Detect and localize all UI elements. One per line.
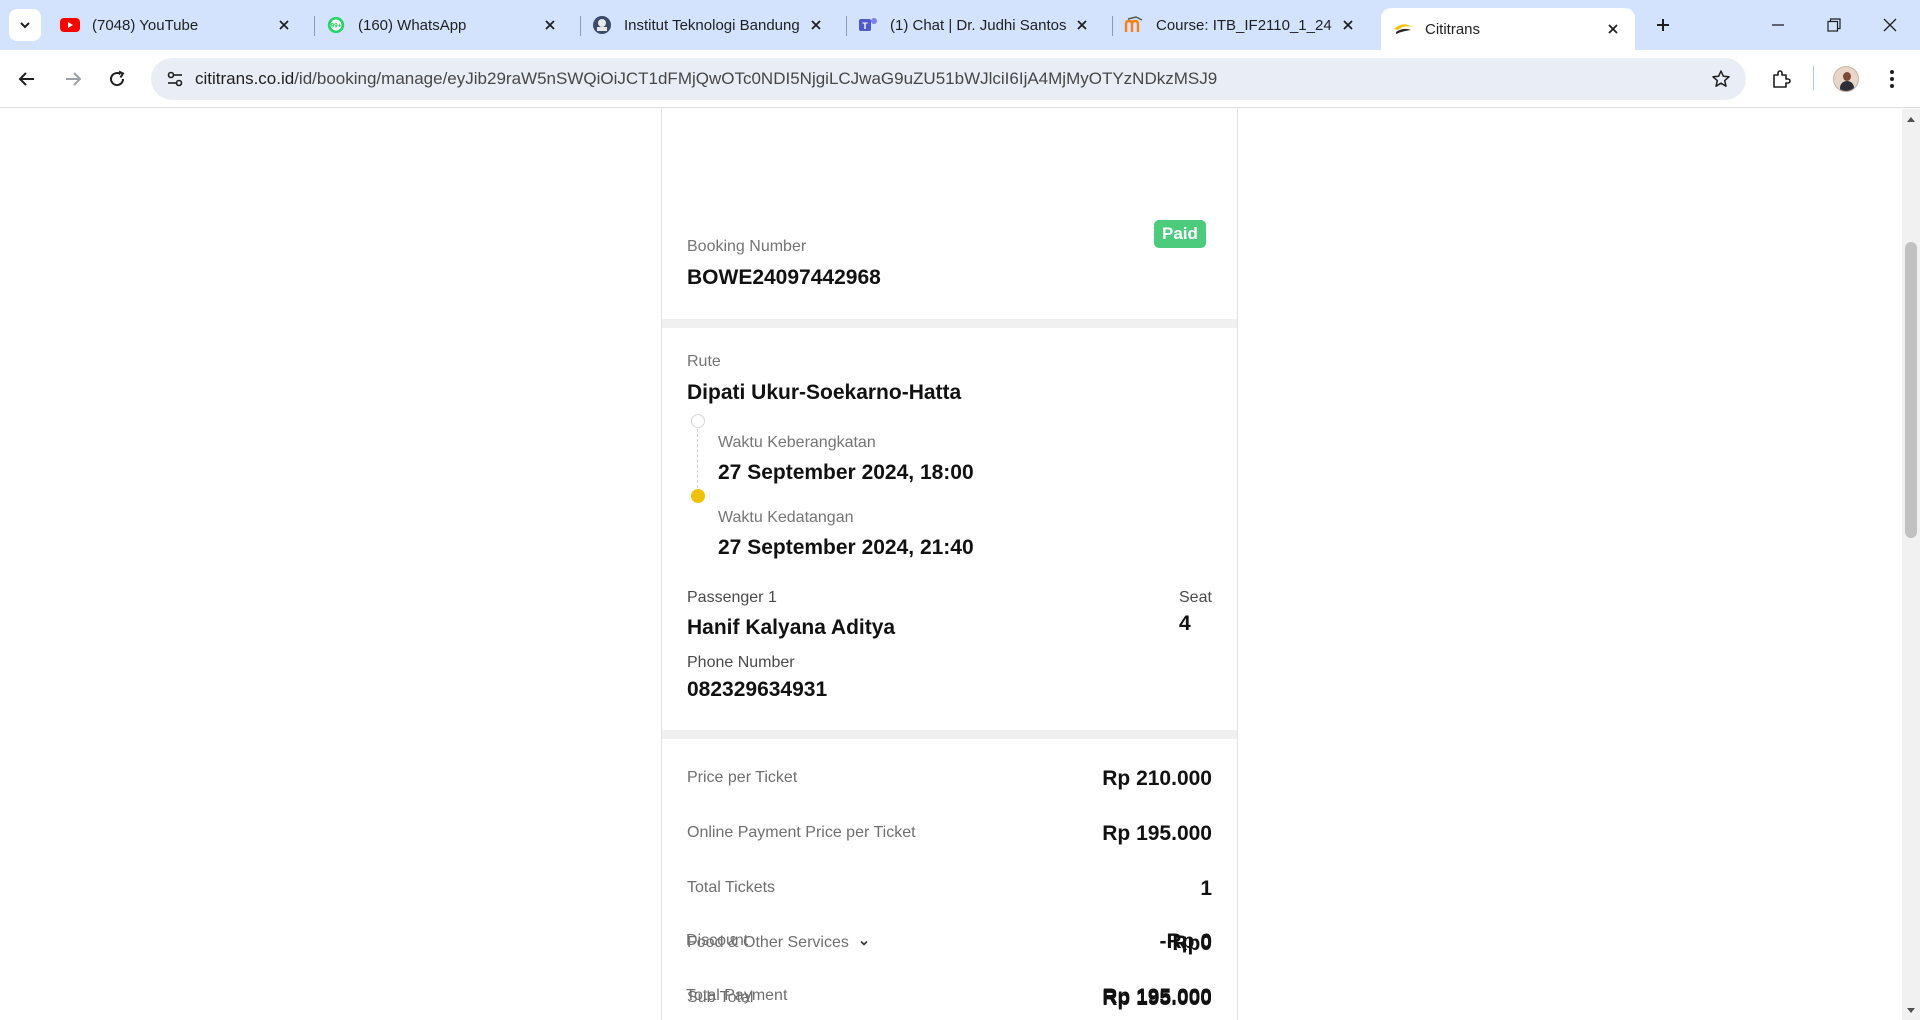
moodle-icon	[1124, 15, 1144, 35]
close-tab-icon[interactable]	[274, 15, 294, 35]
timeline-line	[697, 429, 698, 493]
price-row-value: Rp 195.000	[1102, 985, 1212, 1008]
close-window-button[interactable]	[1862, 0, 1918, 50]
arrival-dot	[691, 489, 705, 503]
price-row-value: 1	[1200, 877, 1212, 900]
price-row-label: Discount	[686, 932, 749, 949]
booking-number: BOWE24097442968	[687, 266, 881, 289]
tab-course[interactable]: Course: ITB_IF2110_1_2425	[1112, 8, 1370, 42]
whatsapp-icon: 99+	[326, 15, 346, 35]
chevron-down-icon	[20, 22, 30, 29]
back-button[interactable]	[11, 63, 43, 95]
itb-logo-icon	[592, 15, 612, 35]
price-row-label: Price per Ticket	[687, 769, 798, 786]
tab-title: (1) Chat | Dr. Judhi Santoso	[890, 16, 1066, 34]
tab-search-button[interactable]	[9, 9, 41, 41]
teams-icon: T	[858, 15, 878, 35]
new-tab-button[interactable]	[1648, 10, 1678, 40]
phone-label: Phone Number	[687, 654, 795, 671]
status-badge: Paid	[1154, 220, 1206, 248]
cititrans-icon	[1393, 19, 1413, 39]
price-row-label: Total Tickets	[687, 879, 776, 896]
url-path: /id/booking/manage/eyJib29raW5nSWQiOiJCT…	[294, 69, 1218, 88]
restore-button[interactable]	[1806, 0, 1862, 50]
price-row-label: Online Payment Price per Ticket	[687, 824, 916, 841]
seat-number: 4	[1179, 612, 1191, 635]
close-tab-icon[interactable]	[1603, 19, 1623, 39]
close-tab-icon[interactable]	[806, 15, 826, 35]
tab-strip: (7048) YouTube 99+ (160) WhatsApp Instit…	[0, 0, 1920, 50]
avatar	[1833, 66, 1859, 92]
scroll-down-arrow-icon[interactable]	[1906, 1006, 1916, 1016]
puzzle-icon	[1773, 70, 1791, 88]
scroll-up-arrow-icon[interactable]	[1906, 114, 1916, 124]
section-divider	[662, 319, 1237, 328]
minimize-button[interactable]	[1750, 0, 1806, 50]
plus-icon	[1657, 19, 1669, 31]
close-tab-icon[interactable]	[540, 15, 560, 35]
url-host: cititrans.co.id	[195, 69, 295, 88]
close-icon	[1883, 18, 1897, 32]
reload-button[interactable]	[101, 63, 133, 95]
kebab-menu-icon	[1890, 70, 1894, 88]
tab-cititrans[interactable]: Cititrans	[1381, 8, 1635, 50]
route-name: Dipati Ukur-Soekarno-Hatta	[687, 381, 962, 404]
tab-title: Course: ITB_IF2110_1_2425	[1156, 16, 1332, 34]
arrow-left-icon	[18, 72, 34, 86]
price-row-value: Rp 195.000	[1102, 822, 1212, 845]
seat-label: Seat	[1179, 589, 1212, 606]
site-info-button[interactable]	[155, 58, 195, 100]
arrival-time: 27 September 2024, 21:40	[718, 536, 974, 559]
toolbar-divider	[1813, 66, 1814, 90]
page-scrollbar[interactable]	[1902, 109, 1920, 1020]
restore-icon	[1827, 18, 1841, 32]
phone-number: 082329634931	[687, 678, 828, 701]
arrival-label: Waktu Kedatangan	[718, 509, 854, 526]
svg-text:99+: 99+	[331, 23, 342, 30]
departure-time: 27 September 2024, 18:00	[718, 461, 974, 484]
tab-youtube[interactable]: (7048) YouTube	[48, 8, 306, 42]
route-label: Rute	[687, 353, 721, 370]
passenger-name: Hanif Kalyana Aditya	[687, 616, 896, 639]
address-bar[interactable]: cititrans.co.id/id/booking/manage/eyJib2…	[151, 58, 1746, 100]
forward-button[interactable]	[57, 63, 89, 95]
tab-itb[interactable]: Institut Teknologi Bandung	[580, 8, 838, 42]
reload-icon	[110, 70, 125, 87]
tab-title: (7048) YouTube	[92, 16, 199, 34]
page-viewport: Booking Number BOWE24097442968 Paid Rute…	[0, 109, 1902, 1020]
close-tab-icon[interactable]	[1338, 15, 1358, 35]
arrow-right-icon	[66, 72, 82, 86]
close-tab-icon[interactable]	[1072, 15, 1092, 35]
scrollbar-thumb[interactable]	[1905, 242, 1917, 538]
url-text[interactable]: cititrans.co.id/id/booking/manage/eyJib2…	[195, 69, 1217, 89]
departure-label: Waktu Keberangkatan	[718, 434, 876, 451]
passenger-label: Passenger 1	[687, 589, 777, 606]
tab-whatsapp[interactable]: 99+ (160) WhatsApp	[314, 8, 572, 42]
departure-dot	[691, 414, 705, 428]
tab-title: Cititrans	[1425, 20, 1481, 38]
profile-button[interactable]	[1830, 63, 1862, 95]
booking-number-label: Booking Number	[687, 238, 807, 255]
tab-title: (160) WhatsApp	[358, 16, 467, 34]
booking-detail-card: Booking Number BOWE24097442968 Paid Rute…	[661, 109, 1238, 1020]
tab-title: Institut Teknologi Bandung	[624, 16, 800, 34]
price-row-value: Rp 210.000	[1102, 767, 1212, 790]
browser-toolbar: cititrans.co.id/id/booking/manage/eyJib2…	[0, 50, 1920, 108]
price-row-value: -Rp 0	[1159, 930, 1213, 953]
tab-teams-chat[interactable]: T (1) Chat | Dr. Judhi Santoso	[846, 8, 1104, 42]
menu-button[interactable]	[1876, 63, 1908, 95]
section-divider	[662, 730, 1237, 739]
minimize-icon	[1772, 24, 1784, 26]
svg-text:T: T	[862, 21, 868, 31]
youtube-icon	[60, 15, 80, 35]
bookmark-star-icon[interactable]	[1710, 68, 1732, 90]
tune-icon	[167, 71, 183, 87]
price-row-label: Total Payment	[686, 987, 788, 1004]
extensions-button[interactable]	[1765, 63, 1797, 95]
chevron-down-icon	[860, 940, 868, 946]
